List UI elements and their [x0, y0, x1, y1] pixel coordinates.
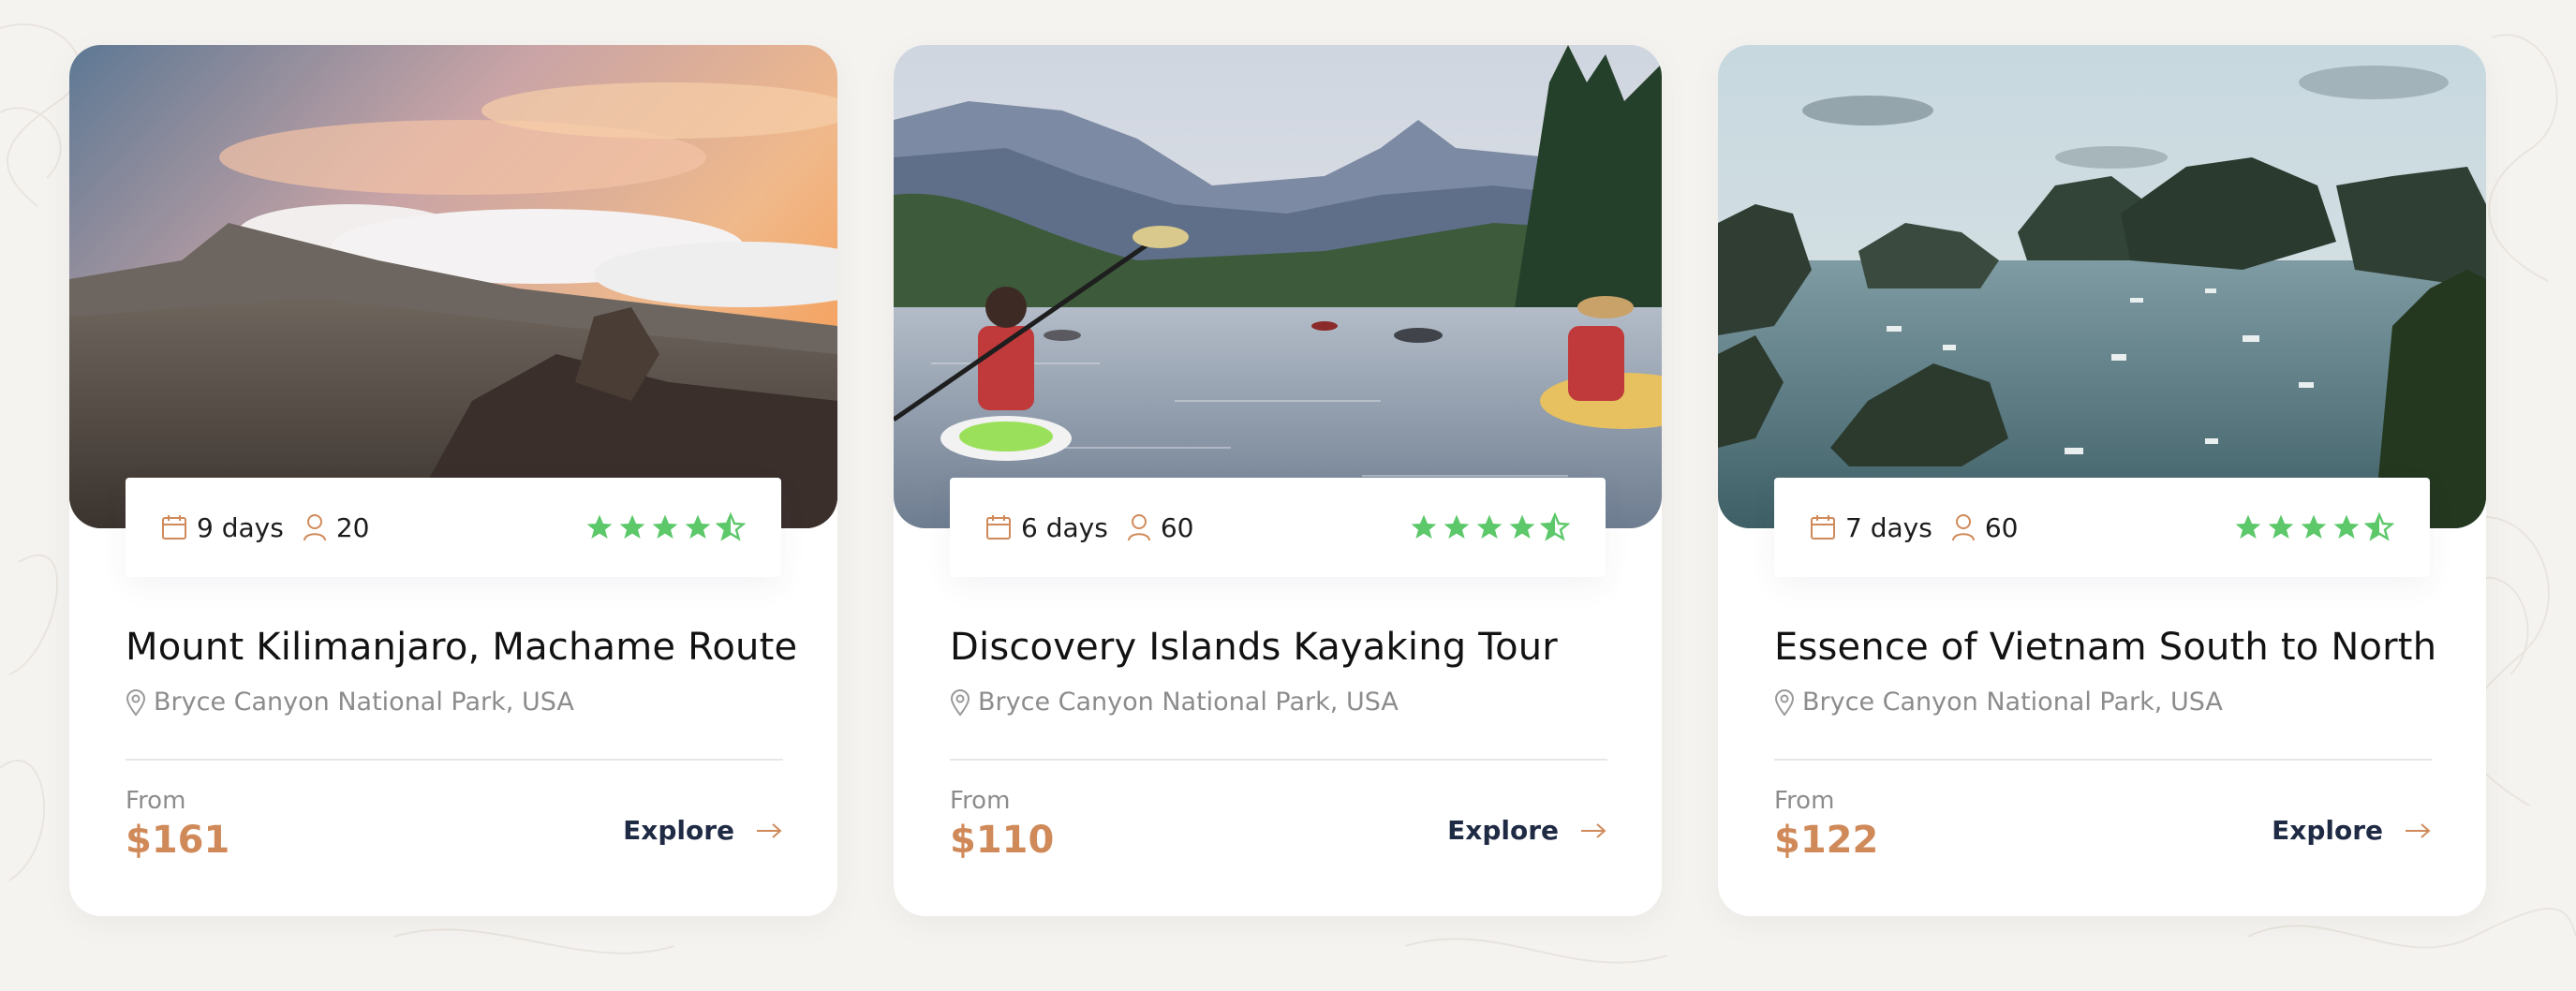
tour-card[interactable]: 6 days 60 Discovery Islands Kayaking Tou… — [894, 45, 1662, 916]
star-icon — [586, 514, 613, 539]
duration-text: 7 days — [1845, 511, 1932, 543]
tour-location: Bryce Canyon National Park, USA — [126, 688, 574, 717]
rating-stars — [1409, 512, 1570, 542]
location-text: Bryce Canyon National Park, USA — [154, 688, 574, 717]
group-size: 20 — [303, 511, 370, 543]
explore-label: Explore — [623, 815, 734, 846]
explore-link[interactable]: Explore — [1447, 815, 1607, 846]
divider — [1774, 759, 2432, 761]
star-icon — [2301, 514, 2327, 539]
person-icon — [1127, 514, 1150, 541]
kayaking-lake-photo[interactable] — [894, 45, 1662, 528]
from-label: From — [950, 787, 1011, 815]
calendar-icon — [1811, 515, 1835, 540]
tour-title[interactable]: Essence of Vietnam South to North — [1774, 626, 2436, 669]
star-icon — [1443, 514, 1470, 539]
explore-label: Explore — [2272, 815, 2383, 846]
duration: 6 days — [985, 512, 1108, 543]
person-icon — [303, 514, 326, 541]
group-size-text: 60 — [1984, 511, 2019, 543]
trip-meta-bar: 7 days 60 — [1774, 478, 2430, 577]
duration-text: 9 days — [197, 511, 284, 543]
tour-card[interactable]: 7 days 60 Essence of Vietnam South to No… — [1718, 45, 2486, 916]
group-size-text: 60 — [1160, 511, 1194, 543]
tour-card[interactable]: 9 days 20 Mount Kilimanjaro, Machame Rou… — [69, 45, 837, 916]
group-size: 60 — [1127, 511, 1194, 543]
arrow-right-icon — [2406, 822, 2431, 838]
calendar-icon — [162, 515, 186, 540]
star-icon — [2333, 514, 2360, 539]
star-icon — [1476, 514, 1503, 539]
divider — [950, 759, 1607, 761]
half-star-icon — [1540, 512, 1570, 541]
tour-title[interactable]: Mount Kilimanjaro, Machame Route — [126, 626, 797, 669]
price: $122 — [1774, 819, 1879, 862]
star-icon — [2235, 514, 2261, 539]
arrow-right-icon — [757, 822, 782, 838]
group-size-text: 20 — [335, 511, 370, 543]
location-text: Bryce Canyon National Park, USA — [1802, 688, 2223, 717]
from-label: From — [1774, 787, 1835, 815]
explore-label: Explore — [1447, 815, 1559, 846]
tour-location: Bryce Canyon National Park, USA — [950, 688, 1399, 717]
duration: 7 days — [1810, 512, 1932, 543]
star-icon — [619, 514, 645, 539]
star-icon — [1509, 514, 1535, 539]
calendar-icon — [986, 515, 1011, 540]
map-pin-icon — [1774, 688, 1795, 717]
duration-text: 6 days — [1021, 511, 1108, 543]
map-pin-icon — [950, 688, 970, 717]
star-icon — [2268, 514, 2294, 539]
half-star-icon — [2364, 512, 2394, 541]
tour-title[interactable]: Discovery Islands Kayaking Tour — [950, 626, 1558, 669]
location-text: Bryce Canyon National Park, USA — [978, 688, 1399, 717]
duration: 9 days — [161, 512, 284, 543]
group-size: 60 — [1951, 511, 2019, 543]
trip-meta-bar: 9 days 20 — [126, 478, 781, 577]
map-pin-icon — [126, 688, 146, 717]
tour-card-list: 9 days 20 Mount Kilimanjaro, Machame Rou… — [69, 45, 2486, 916]
trip-meta-bar: 6 days 60 — [950, 478, 1606, 577]
star-icon — [685, 514, 711, 539]
person-icon — [1951, 514, 1975, 541]
arrow-right-icon — [1581, 822, 1606, 838]
rating-stars — [2233, 512, 2394, 542]
mountain-sunset-photo[interactable] — [69, 45, 837, 528]
bay-islands-photo[interactable] — [1718, 45, 2486, 528]
explore-link[interactable]: Explore — [623, 815, 783, 846]
half-star-icon — [716, 512, 746, 541]
price: $110 — [950, 819, 1055, 862]
divider — [126, 759, 783, 761]
tour-location: Bryce Canyon National Park, USA — [1774, 688, 2223, 717]
price: $161 — [126, 819, 230, 862]
explore-link[interactable]: Explore — [2272, 815, 2432, 846]
rating-stars — [585, 512, 746, 542]
star-icon — [1411, 514, 1437, 539]
star-icon — [652, 514, 678, 539]
from-label: From — [126, 787, 186, 815]
